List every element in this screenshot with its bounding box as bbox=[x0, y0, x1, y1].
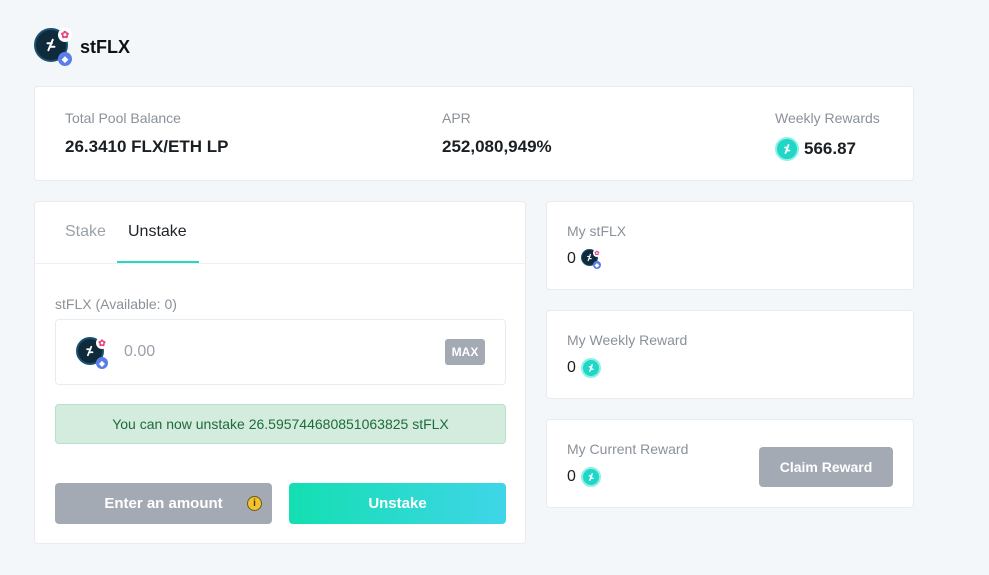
stflx-token-icon: ✿ ◆ bbox=[580, 249, 601, 269]
apr-stat: APR 252,080,949% bbox=[442, 110, 552, 157]
weekly-rewards-stat: Weekly Rewards 566.87 bbox=[775, 110, 880, 161]
pool-stats-card: Total Pool Balance 26.3410 FLX/ETH LP AP… bbox=[34, 86, 914, 181]
weekly-reward-value: 0 bbox=[567, 359, 576, 376]
flx-eth-lp-token-icon: ✿ ◆ bbox=[34, 28, 72, 66]
tab-stake[interactable]: Stake bbox=[65, 223, 106, 241]
current-reward-row: 0 bbox=[567, 467, 601, 487]
enter-amount-button[interactable]: Enter an amount i bbox=[55, 483, 272, 524]
weekly-rewards-value: 566.87 bbox=[804, 139, 856, 158]
total-pool-balance-value: 26.3410 FLX/ETH LP bbox=[65, 137, 229, 156]
enter-amount-label: Enter an amount bbox=[104, 495, 223, 512]
my-stflx-label: My stFLX bbox=[567, 223, 627, 239]
flx-token-icon bbox=[580, 358, 601, 378]
info-icon[interactable]: i bbox=[247, 496, 262, 511]
unstake-notice: You can now unstake 26.59574468085106382… bbox=[55, 404, 506, 444]
weekly-rewards-row: 566.87 bbox=[775, 137, 880, 161]
claim-reward-button[interactable]: Claim Reward bbox=[759, 447, 893, 487]
flx-token-icon bbox=[775, 137, 799, 161]
weekly-reward-card: My Weekly Reward 0 bbox=[546, 310, 914, 399]
current-reward-label: My Current Reward bbox=[567, 441, 689, 457]
stake-panel: Stake Unstake stFLX (Available: 0) ✿ ◆ M… bbox=[34, 201, 526, 544]
unstake-button[interactable]: Unstake bbox=[289, 483, 506, 524]
total-pool-balance-label: Total Pool Balance bbox=[65, 110, 181, 126]
apr-value: 252,080,949% bbox=[442, 137, 552, 156]
current-reward-value: 0 bbox=[567, 468, 576, 485]
flx-eth-lp-token-icon: ✿ ◆ bbox=[76, 337, 108, 369]
page-title: stFLX bbox=[80, 36, 131, 57]
weekly-reward-label: My Weekly Reward bbox=[567, 332, 688, 348]
active-tab-indicator bbox=[117, 261, 199, 263]
total-pool-balance: Total Pool Balance 26.3410 FLX/ETH LP bbox=[65, 110, 228, 157]
current-reward-card: My Current Reward 0 Claim Reward bbox=[546, 419, 914, 508]
my-stflx-card: My stFLX 0 ✿ ◆ bbox=[546, 201, 914, 290]
amount-input-box: ✿ ◆ MAX bbox=[55, 319, 506, 385]
weekly-rewards-label: Weekly Rewards bbox=[775, 110, 880, 126]
amount-input[interactable] bbox=[124, 340, 424, 364]
stake-tabs: Stake Unstake bbox=[35, 202, 525, 264]
tab-unstake[interactable]: Unstake bbox=[128, 223, 187, 241]
apr-label: APR bbox=[442, 110, 471, 126]
weekly-reward-row: 0 bbox=[567, 358, 601, 378]
page-header: ✿ ◆ stFLX bbox=[34, 28, 130, 66]
my-stflx-row: 0 ✿ ◆ bbox=[567, 249, 601, 269]
available-balance-label: stFLX (Available: 0) bbox=[55, 296, 177, 312]
max-button[interactable]: MAX bbox=[445, 339, 485, 365]
my-stflx-value: 0 bbox=[567, 250, 576, 267]
flx-token-icon bbox=[580, 467, 601, 487]
